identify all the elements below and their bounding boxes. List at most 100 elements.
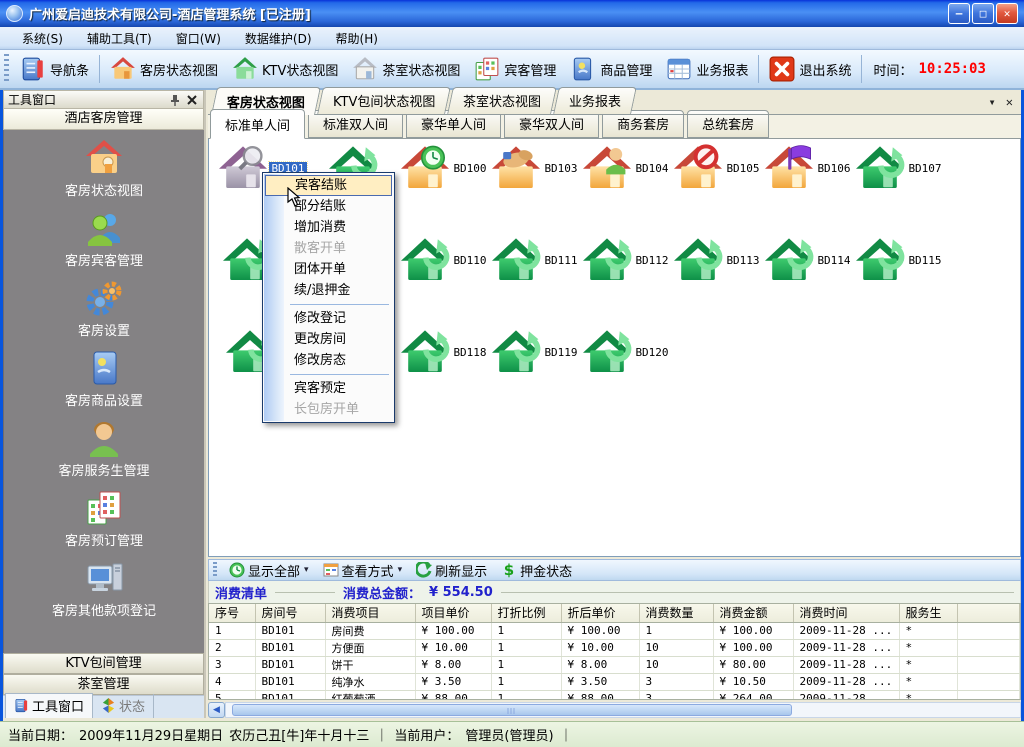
table-cell: 2009-11-28 ... [793, 622, 899, 639]
column-header-消费数量[interactable]: 消费数量 [639, 604, 713, 622]
column-header-序号[interactable]: 序号 [209, 604, 255, 622]
context-menu-item-部分结账[interactable]: 部分结账 [264, 196, 393, 217]
close-button[interactable]: ✕ [996, 3, 1018, 24]
maximize-button[interactable]: □ [972, 3, 994, 24]
toolbar-button-业务报表[interactable]: 业务报表 [659, 53, 755, 85]
action-button-显示全部[interactable]: 显示全部▾ [222, 560, 316, 581]
room-BD106[interactable]: BD106 [763, 144, 853, 192]
view-tab-茶室状态视图[interactable]: 茶室状态视图 [448, 87, 558, 114]
column-header-消费时间[interactable]: 消费时间 [793, 604, 899, 622]
table-row[interactable]: 4BD101纯净水¥ 3.501¥ 3.503¥ 10.502009-11-28… [209, 673, 1020, 690]
room-type-tab-标准单人间[interactable]: 标准单人间 [210, 109, 305, 139]
column-header-项目单价[interactable]: 项目单价 [415, 604, 491, 622]
room-BD114[interactable]: BD114 [763, 236, 853, 284]
context-menu-separator [290, 374, 389, 375]
context-menu-item-宾客结账[interactable]: 宾客结账 [265, 175, 392, 196]
menu-item-2[interactable]: 窗口(W) [164, 27, 233, 50]
action-button-label: 显示全部 [248, 561, 300, 580]
tab-close-icon[interactable]: ✕ [1006, 95, 1013, 109]
sidebar-item-客房商品设置[interactable]: 客房商品设置 [4, 348, 204, 409]
toolbar-button-label: KTV状态视图 [262, 60, 338, 79]
column-header-打折比例[interactable]: 打折比例 [491, 604, 561, 622]
table-row[interactable]: 3BD101饼干¥ 8.001¥ 8.0010¥ 80.002009-11-28… [209, 656, 1020, 673]
table-cell: 1 [491, 690, 561, 700]
context-menu-item-团体开单[interactable]: 团体开单 [264, 259, 393, 280]
room-BD105[interactable]: BD105 [672, 144, 762, 192]
action-button-刷新显示[interactable]: 刷新显示 [409, 560, 494, 581]
sidebar-item-客房其他款项登记[interactable]: 客房其他款项登记 [4, 558, 204, 619]
scrollbar-track[interactable] [225, 702, 1021, 718]
column-header-filler[interactable] [957, 604, 1020, 622]
room-BD100[interactable]: BD100 [399, 144, 489, 192]
room-BD104[interactable]: BD104 [581, 144, 671, 192]
column-header-服务生[interactable]: 服务生 [899, 604, 957, 622]
tab-dropdown-icon[interactable]: ▾ [989, 95, 996, 109]
bottom-tab-状态[interactable]: 状态 [93, 694, 154, 718]
column-header-消费项目[interactable]: 消费项目 [325, 604, 415, 622]
sidebar-group-KTV包间管理[interactable]: KTV包间管理 [3, 653, 204, 674]
view-tab-label: 业务报表 [569, 91, 621, 110]
table-cell: 3 [209, 656, 255, 673]
minimize-button[interactable]: — [948, 3, 970, 24]
toolbar-button-茶室状态视图[interactable]: 茶室状态视图 [345, 53, 467, 85]
sidebar-item-客房预订管理[interactable]: 客房预订管理 [4, 488, 204, 549]
sidebar-item-客房服务生管理[interactable]: 客房服务生管理 [4, 418, 204, 479]
toolbar-grip[interactable] [4, 54, 9, 84]
room-BD103[interactable]: BD103 [490, 144, 580, 192]
room-BD113[interactable]: BD113 [672, 236, 762, 284]
room-BD111[interactable]: BD111 [490, 236, 580, 284]
sidebar-group-hotel-rooms[interactable]: 酒店客房管理 [3, 109, 204, 130]
toolbar-button-退出系统[interactable]: 退出系统 [762, 53, 858, 85]
room-BD115[interactable]: BD115 [854, 236, 944, 284]
toolbar-button-宾客管理[interactable]: 宾客管理 [467, 53, 563, 85]
table-cell: 2009-11-28 ... [793, 639, 899, 656]
context-menu-item-续/退押金[interactable]: 续/退押金 [264, 280, 393, 301]
toolbar-button-导航条[interactable]: 导航条 [13, 53, 96, 85]
view-tab-业务报表[interactable]: 业务报表 [554, 87, 638, 114]
scroll-left-button[interactable]: ◀ [208, 702, 225, 718]
action-button-押金状态[interactable]: 押金状态 [494, 560, 579, 581]
room-BD112[interactable]: BD112 [581, 236, 671, 284]
table-row[interactable]: 1BD101房间费¥ 100.001¥ 100.001¥ 100.002009-… [209, 622, 1020, 639]
bottom-tab-工具窗口[interactable]: 工具窗口 [5, 693, 93, 718]
table-row[interactable]: 2BD101方便面¥ 10.001¥ 10.0010¥ 100.002009-1… [209, 639, 1020, 656]
sidebar-item-客房状态视图[interactable]: 客房状态视图 [4, 138, 204, 199]
action-bar-grip[interactable] [213, 562, 217, 578]
time-value: 10:25:03 [918, 61, 985, 77]
scrollbar-thumb[interactable] [232, 704, 792, 716]
menu-item-3[interactable]: 数据维护(D) [233, 27, 324, 50]
toolbar-button-商品管理[interactable]: 商品管理 [563, 53, 659, 85]
room-BD120[interactable]: BD120 [581, 328, 671, 376]
action-button-label: 刷新显示 [435, 561, 487, 580]
sidebar-item-客房宾客管理[interactable]: 客房宾客管理 [4, 208, 204, 269]
action-button-查看方式[interactable]: 查看方式▾ [316, 560, 410, 581]
room-BD118[interactable]: BD118 [399, 328, 489, 376]
sidebar-group-茶室管理[interactable]: 茶室管理 [3, 674, 204, 695]
context-menu-item-宾客预定[interactable]: 宾客预定 [264, 378, 393, 399]
context-menu-item-增加消费[interactable]: 增加消费 [264, 217, 393, 238]
room-BD119[interactable]: BD119 [490, 328, 580, 376]
room-BD107[interactable]: BD107 [854, 144, 944, 192]
toolbar-button-客房状态视图[interactable]: 客房状态视图 [103, 53, 225, 85]
pin-icon[interactable] [168, 93, 182, 107]
context-menu-item-修改房态[interactable]: 修改房态 [264, 350, 393, 371]
context-menu-item-更改房间[interactable]: 更改房间 [264, 329, 393, 350]
room-status-green-icon [854, 236, 906, 284]
column-header-消费金额[interactable]: 消费金额 [713, 604, 793, 622]
close-panel-icon[interactable] [185, 93, 199, 107]
room-BD110[interactable]: BD110 [399, 236, 489, 284]
table-cell: ¥ 3.50 [561, 673, 639, 690]
dropdown-caret-icon[interactable]: ▾ [303, 565, 309, 575]
context-menu-item-修改登记[interactable]: 修改登记 [264, 308, 393, 329]
menu-item-4[interactable]: 帮助(H) [324, 27, 390, 50]
column-header-房间号[interactable]: 房间号 [255, 604, 325, 622]
table-row[interactable]: 5BD101红葡萄酒¥ 88.001¥ 88.003¥ 264.002009-1… [209, 690, 1020, 700]
dropdown-caret-icon[interactable]: ▾ [397, 565, 403, 575]
toolbar-button-KTV状态视图[interactable]: KTV状态视图 [225, 53, 345, 85]
table-cell: ¥ 10.00 [415, 639, 491, 656]
menu-item-1[interactable]: 辅助工具(T) [75, 27, 164, 50]
column-header-折后单价[interactable]: 折后单价 [561, 604, 639, 622]
view-tab-KTV包间状态视图[interactable]: KTV包间状态视图 [317, 87, 451, 114]
sidebar-item-客房设置[interactable]: 客房设置 [4, 278, 204, 339]
menu-item-0[interactable]: 系统(S) [10, 27, 75, 50]
